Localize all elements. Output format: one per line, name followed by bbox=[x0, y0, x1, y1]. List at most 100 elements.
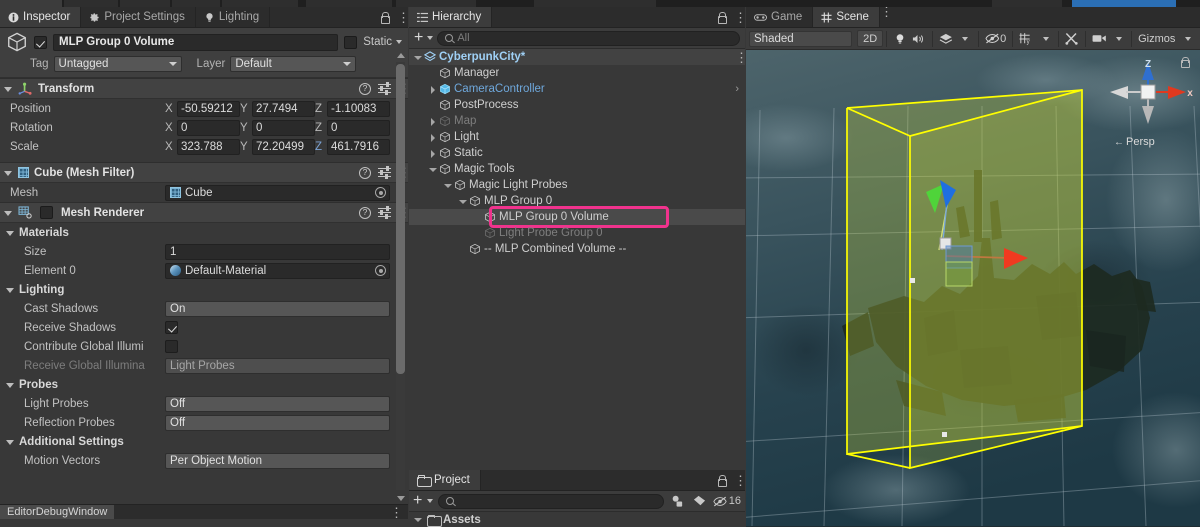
lock-icon[interactable] bbox=[716, 12, 727, 24]
chevron-down-icon[interactable] bbox=[427, 499, 434, 503]
tree-toggle-icon[interactable] bbox=[458, 196, 469, 207]
rotation-y-input[interactable]: 0 bbox=[252, 119, 315, 136]
scale-z-input[interactable]: 461.7916 bbox=[327, 138, 390, 155]
tab-scene[interactable]: Scene bbox=[813, 7, 880, 27]
scale-y-input[interactable]: 72.20499 bbox=[252, 138, 315, 155]
inspector-scrollbar[interactable] bbox=[395, 52, 406, 502]
rotation-x-input[interactable]: 0 bbox=[177, 119, 240, 136]
mesh-filter-component-header[interactable]: Cube (Mesh Filter) ? bbox=[0, 162, 408, 183]
scene-camera-button[interactable] bbox=[1089, 30, 1110, 47]
help-icon[interactable]: ? bbox=[359, 166, 371, 179]
project-assets-row[interactable]: Assets bbox=[409, 512, 745, 527]
hidden-objects-counter[interactable]: 16 bbox=[713, 495, 741, 507]
probes-section-header[interactable]: Probes bbox=[0, 375, 408, 394]
additional-settings-foldout[interactable] bbox=[5, 437, 15, 447]
scene-viewport[interactable]: Z x ← Persp bbox=[746, 50, 1200, 526]
tab-game[interactable]: Game bbox=[746, 7, 814, 27]
scene-fx-toggle[interactable] bbox=[936, 30, 956, 47]
rotation-z-input[interactable]: 0 bbox=[327, 119, 390, 136]
object-picker-icon[interactable] bbox=[375, 265, 386, 276]
static-checkbox[interactable] bbox=[344, 35, 358, 49]
hidden-objects-toggle[interactable]: 0 bbox=[982, 30, 1010, 47]
scene-audio-toggle[interactable] bbox=[909, 30, 929, 47]
tab-lighting[interactable]: Lighting bbox=[196, 7, 271, 27]
hierarchy-item-mlp-combined-volume[interactable]: -- MLP Combined Volume -- bbox=[409, 241, 745, 257]
hierarchy-item-map[interactable]: Map bbox=[409, 113, 745, 129]
mesh-renderer-component-header[interactable]: Mesh Renderer ? bbox=[0, 202, 408, 223]
tree-toggle-icon[interactable] bbox=[428, 148, 439, 159]
lock-icon[interactable] bbox=[716, 475, 727, 487]
probes-foldout[interactable] bbox=[5, 380, 15, 390]
cast-shadows-dropdown[interactable]: On bbox=[165, 300, 390, 317]
element0-object-field[interactable]: Default-Material bbox=[165, 262, 390, 279]
static-dropdown[interactable]: Static bbox=[363, 36, 402, 48]
motion-vectors-dropdown[interactable]: Per Object Motion bbox=[165, 452, 390, 469]
tree-toggle-icon[interactable] bbox=[443, 180, 454, 191]
preset-icon[interactable] bbox=[378, 166, 391, 179]
tree-toggle-icon[interactable] bbox=[428, 116, 439, 127]
mesh-filter-foldout[interactable] bbox=[3, 168, 13, 178]
transform-component-header[interactable]: Transform ? bbox=[0, 78, 408, 99]
hierarchy-search-input[interactable]: All bbox=[437, 30, 740, 46]
tab-editor-debug-window[interactable]: EditorDebugWindow bbox=[0, 504, 115, 519]
mesh-renderer-enabled-checkbox[interactable] bbox=[40, 206, 53, 219]
scroll-down-icon[interactable] bbox=[396, 496, 405, 501]
hierarchy-item-magic-tools[interactable]: Magic Tools bbox=[409, 161, 745, 177]
project-menu-icon[interactable] bbox=[734, 476, 738, 485]
search-by-label-icon[interactable] bbox=[691, 494, 708, 509]
gizmos-toggle[interactable]: Gizmos bbox=[1135, 30, 1178, 47]
hierarchy-item-light[interactable]: Light bbox=[409, 129, 745, 145]
tab-hierarchy[interactable]: Hierarchy bbox=[409, 7, 493, 27]
preset-icon[interactable] bbox=[378, 206, 391, 219]
inspector-scroll-thumb[interactable] bbox=[396, 64, 405, 374]
layer-dropdown[interactable]: Default bbox=[230, 55, 357, 72]
scene-fx-dropdown[interactable] bbox=[956, 30, 975, 47]
materials-foldout[interactable] bbox=[5, 228, 15, 238]
help-icon[interactable]: ? bbox=[359, 82, 371, 95]
materials-size-input[interactable]: 1 bbox=[165, 243, 390, 260]
scene-tools-button[interactable] bbox=[1062, 30, 1082, 47]
grid-snap-dropdown[interactable] bbox=[1036, 30, 1055, 47]
position-x-input[interactable]: -50.59212 bbox=[177, 100, 240, 117]
hierarchy-item-cyberpunkcity[interactable]: CyberpunkCity* bbox=[409, 49, 745, 65]
tree-toggle-icon[interactable] bbox=[428, 164, 439, 175]
reflection-probes-dropdown[interactable]: Off bbox=[165, 414, 390, 431]
create-asset-button[interactable]: + bbox=[413, 493, 422, 509]
prefab-open-chevron-icon[interactable]: › bbox=[735, 83, 739, 95]
chevron-down-icon[interactable] bbox=[427, 36, 434, 40]
scale-x-input[interactable]: 323.788 bbox=[177, 138, 240, 155]
inspector-menu-icon[interactable] bbox=[397, 13, 401, 22]
mesh-renderer-foldout[interactable] bbox=[3, 208, 13, 218]
receive-shadows-checkbox[interactable] bbox=[165, 321, 178, 334]
lighting-foldout[interactable] bbox=[5, 285, 15, 295]
projection-mode-label[interactable]: ← Persp bbox=[1114, 136, 1155, 148]
tab-inspector[interactable]: Inspector bbox=[0, 7, 82, 27]
hierarchy-item-mlp-group-0[interactable]: MLP Group 0 bbox=[409, 193, 745, 209]
object-picker-icon[interactable] bbox=[375, 187, 386, 198]
scene-orientation-gizmo[interactable]: Z x ← Persp bbox=[1102, 54, 1194, 150]
scroll-up-icon[interactable] bbox=[396, 53, 405, 58]
toggle-2d-button[interactable]: 2D bbox=[857, 30, 884, 47]
position-y-input[interactable]: 27.7494 bbox=[252, 100, 315, 117]
contribute-gi-checkbox[interactable] bbox=[165, 340, 178, 353]
scene-lighting-toggle[interactable] bbox=[890, 30, 909, 47]
hierarchy-item-mlp-group-0-volume[interactable]: MLP Group 0 Volume bbox=[409, 209, 745, 225]
grid-snap-toggle[interactable]: y bbox=[1016, 30, 1036, 47]
additional-settings-header[interactable]: Additional Settings bbox=[0, 432, 408, 451]
materials-section-header[interactable]: Materials bbox=[0, 223, 408, 242]
scene-menu-icon[interactable] bbox=[880, 7, 893, 19]
assets-foldout[interactable] bbox=[413, 514, 424, 525]
hierarchy-item-cameracontroller[interactable]: CameraController › bbox=[409, 81, 745, 97]
gizmos-dropdown[interactable] bbox=[1178, 30, 1197, 47]
editor-debug-menu-icon[interactable] bbox=[390, 508, 394, 517]
gizmo-lock-icon[interactable] bbox=[1179, 56, 1190, 68]
gameobject-enabled-checkbox[interactable] bbox=[34, 35, 47, 49]
project-search-input[interactable] bbox=[438, 493, 664, 509]
hierarchy-menu-icon[interactable] bbox=[734, 13, 738, 22]
search-by-type-icon[interactable] bbox=[669, 494, 686, 509]
position-z-input[interactable]: -1.10083 bbox=[327, 100, 390, 117]
draw-mode-dropdown[interactable]: Shaded bbox=[749, 30, 853, 47]
scene-camera-dropdown[interactable] bbox=[1109, 30, 1128, 47]
preset-icon[interactable] bbox=[378, 82, 391, 95]
hierarchy-item-magic-light-probes[interactable]: Magic Light Probes bbox=[409, 177, 745, 193]
